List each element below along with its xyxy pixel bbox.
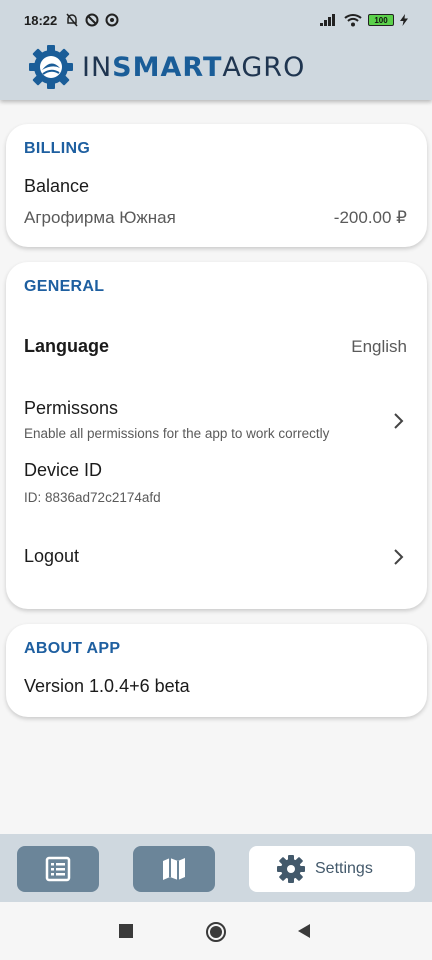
language-value: English [351, 337, 407, 356]
chevron-right-icon [394, 549, 404, 565]
language-row[interactable]: Language English [6, 322, 427, 372]
nav-settings-label: Settings [315, 860, 373, 877]
recents-icon[interactable] [118, 923, 134, 939]
nav-map-button[interactable] [133, 846, 215, 892]
nav-settings-button[interactable]: Settings [249, 846, 415, 892]
gear-logo-icon [29, 45, 73, 89]
map-icon [163, 858, 185, 880]
permissions-description: Enable all permissions for the app to wo… [24, 426, 330, 441]
device-id-row: Device ID ID: 8836ad72c2174afd [6, 454, 427, 514]
do-not-disturb-icon [85, 13, 99, 27]
charging-icon [400, 14, 408, 26]
logout-label: Logout [24, 546, 80, 566]
gear-icon [277, 855, 305, 883]
bottom-navigation: Settings [0, 834, 432, 902]
back-icon[interactable] [296, 923, 312, 939]
list-icon [45, 856, 71, 882]
nav-list-button[interactable] [17, 846, 99, 892]
device-id-value: ID: 8836ad72c2174afd [24, 490, 161, 505]
billing-section-title: BILLING [24, 140, 91, 157]
signal-icon [320, 14, 335, 26]
about-section-title: ABOUT APP [24, 640, 121, 657]
about-card: ABOUT APP Version 1.0.4+6 beta [6, 624, 427, 717]
permissions-row[interactable]: Permissons Enable all permissions for th… [6, 390, 427, 450]
app-header: 18:22 100 INSMARTAGRO [0, 0, 432, 100]
company-name: Агрофирма Южная [24, 208, 176, 227]
balance-label: Balance [24, 176, 90, 196]
language-label: Language [24, 336, 110, 356]
wifi-icon [344, 14, 362, 27]
permissions-label: Permissons [24, 398, 119, 418]
version-text: Version 1.0.4+6 beta [24, 676, 190, 696]
home-icon[interactable] [205, 921, 227, 943]
general-card: GENERAL Language English Permissons Enab… [6, 262, 427, 609]
data-saver-icon [105, 13, 119, 27]
balance-amount: -200.00 ₽ [333, 208, 407, 227]
logo-wordmark: INSMARTAGRO [82, 51, 306, 83]
status-bar: 18:22 100 [0, 0, 432, 40]
app-logo: INSMARTAGRO [28, 44, 305, 90]
general-section-title: GENERAL [24, 278, 105, 295]
status-time: 18:22 [24, 12, 58, 28]
bell-off-icon [66, 13, 78, 27]
chevron-right-icon [394, 413, 404, 429]
billing-card: BILLING Balance Агрофирма Южная -200.00 … [6, 124, 427, 247]
battery-icon: 100 [368, 14, 394, 26]
logout-row[interactable]: Logout [6, 534, 427, 580]
system-navigation-bar [0, 902, 432, 960]
device-id-label: Device ID [24, 460, 103, 480]
